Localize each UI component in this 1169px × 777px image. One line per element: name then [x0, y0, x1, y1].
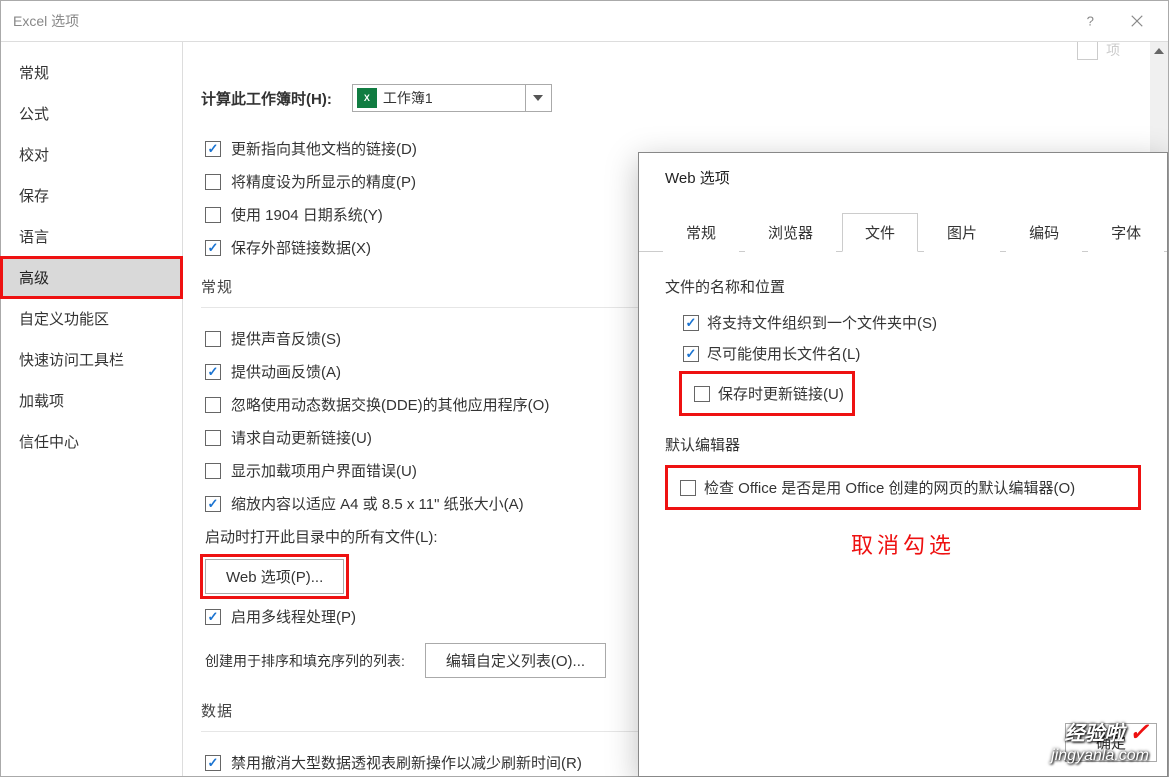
category-sidebar: 常规 公式 校对 保存 语言 高级 自定义功能区 快速访问工具栏 加载项 信任中… — [1, 42, 183, 776]
web-options-button[interactable]: Web 选项(P)... — [205, 559, 344, 594]
web-dialog-tabs: 常规 浏览器 文件 图片 编码 字体 — [639, 198, 1167, 252]
tab-encoding[interactable]: 编码 — [1006, 213, 1082, 252]
custom-list-label: 创建用于排序和填充序列的列表: — [205, 651, 405, 671]
sidebar-item-formulas[interactable]: 公式 — [1, 93, 182, 134]
tab-general[interactable]: 常规 — [663, 213, 739, 252]
checkbox-organize-folder[interactable]: 将支持文件组织到一个文件夹中(S) — [665, 307, 1141, 338]
checkbox-icon — [683, 346, 699, 362]
sidebar-item-save[interactable]: 保存 — [1, 175, 182, 216]
tab-fonts[interactable]: 字体 — [1088, 213, 1164, 252]
edit-custom-list-button[interactable]: 编辑自定义列表(O)... — [425, 643, 606, 678]
watermark: 经验啦 ✓ jingyanla.com — [1051, 717, 1149, 765]
excel-icon: X — [357, 88, 377, 108]
checkbox-icon — [683, 315, 699, 331]
truncated-dropdown[interactable] — [1077, 42, 1098, 60]
workbook-calc-row: 计算此工作簿时(H): X 工作簿1 — [201, 84, 1128, 112]
sidebar-item-general[interactable]: 常规 — [1, 52, 182, 93]
sidebar-item-language[interactable]: 语言 — [1, 216, 182, 257]
tab-pictures[interactable]: 图片 — [924, 213, 1000, 252]
chevron-down-icon[interactable] — [525, 85, 551, 111]
scroll-up-icon[interactable] — [1150, 42, 1168, 60]
checkbox-long-filenames[interactable]: 尽可能使用长文件名(L) — [665, 338, 1141, 369]
tab-files[interactable]: 文件 — [842, 213, 918, 252]
help-button[interactable]: ? — [1068, 5, 1114, 37]
checkbox-update-links-on-save[interactable]: 保存时更新链接(U) — [690, 378, 844, 409]
tab-browsers[interactable]: 浏览器 — [745, 213, 836, 252]
sidebar-item-quick-access[interactable]: 快速访问工具栏 — [1, 339, 182, 380]
sidebar-item-addins[interactable]: 加载项 — [1, 380, 182, 421]
workbook-select[interactable]: X 工作簿1 — [352, 84, 552, 112]
workbook-calc-label: 计算此工作簿时(H): — [201, 88, 332, 109]
checkbox-icon — [205, 331, 221, 347]
workbook-select-value: 工作簿1 — [383, 88, 525, 108]
sidebar-item-advanced[interactable]: 高级 — [1, 257, 182, 298]
group-default-editor-title: 默认编辑器 — [665, 434, 1141, 455]
group-filenames-title: 文件的名称和位置 — [665, 276, 1141, 297]
web-options-dialog: Web 选项 常规 浏览器 文件 图片 编码 字体 文件的名称和位置 将支持文件… — [638, 152, 1168, 777]
checkbox-icon — [205, 174, 221, 190]
checkbox-icon — [205, 207, 221, 223]
checkbox-icon — [205, 755, 221, 771]
checkbox-icon — [205, 609, 221, 625]
checkbox-default-office-editor[interactable]: 检查 Office 是否是用 Office 创建的网页的默认编辑器(O) — [676, 472, 1130, 503]
sidebar-item-customize-ribbon[interactable]: 自定义功能区 — [1, 298, 182, 339]
window-title: Excel 选项 — [9, 11, 1068, 31]
checkbox-icon — [205, 141, 221, 157]
checkbox-icon — [205, 430, 221, 446]
close-button[interactable] — [1114, 5, 1160, 37]
checkbox-icon — [205, 240, 221, 256]
checkbox-icon — [694, 386, 710, 402]
checkbox-icon — [205, 496, 221, 512]
titlebar: Excel 选项 ? — [1, 1, 1168, 41]
checkbox-icon — [205, 463, 221, 479]
web-dialog-title: Web 选项 — [639, 153, 1167, 198]
sidebar-item-proofing[interactable]: 校对 — [1, 134, 182, 175]
sidebar-item-trust-center[interactable]: 信任中心 — [1, 421, 182, 462]
checkbox-icon — [680, 480, 696, 496]
checkbox-icon — [205, 397, 221, 413]
svg-text:?: ? — [1087, 14, 1094, 28]
truncated-previous-section: 选项 — [201, 42, 1128, 60]
annotation-uncheck: 取消勾选 — [665, 528, 1141, 560]
checkbox-icon — [205, 364, 221, 380]
